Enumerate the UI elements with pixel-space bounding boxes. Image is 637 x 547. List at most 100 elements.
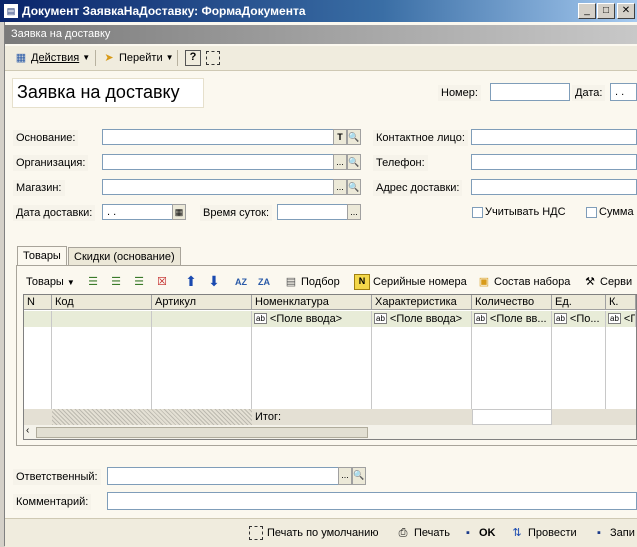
ok-button[interactable]: ▪ OK bbox=[461, 525, 495, 541]
set-composition-button[interactable]: ▣ Состав набора bbox=[477, 273, 571, 291]
comment-field[interactable] bbox=[107, 492, 637, 510]
copy-row-icon[interactable]: ☰ bbox=[109, 275, 123, 289]
add-row-icon[interactable]: ☰ bbox=[86, 275, 100, 289]
help-button[interactable]: ? bbox=[182, 49, 204, 66]
post-label: Провести bbox=[528, 527, 577, 539]
cell-article[interactable] bbox=[152, 311, 252, 327]
delivery-date-field[interactable]: . . bbox=[102, 204, 174, 220]
serial-numbers-button[interactable]: N Серийные номера bbox=[354, 273, 467, 291]
search-icon[interactable]: 🔍 bbox=[347, 179, 361, 195]
chevron-down-icon: ▼ bbox=[165, 53, 174, 62]
service-button[interactable]: ⚒ Серви bbox=[583, 273, 632, 291]
minimize-button[interactable]: _ bbox=[578, 3, 596, 19]
footer-hatched-area bbox=[52, 409, 252, 425]
address-field[interactable] bbox=[471, 179, 637, 195]
col-header-characteristic[interactable]: Характеристика bbox=[372, 295, 472, 310]
column-divider bbox=[251, 311, 252, 409]
horizontal-scrollbar[interactable]: ‹ bbox=[24, 425, 636, 439]
goto-label: Перейти bbox=[119, 51, 163, 64]
selection-icon: ▤ bbox=[285, 276, 297, 288]
tab-goods[interactable]: Товары bbox=[17, 246, 67, 265]
time-of-day-field[interactable] bbox=[277, 204, 348, 220]
address-label: Адрес доставки: bbox=[373, 180, 463, 196]
toolbar-separator bbox=[177, 50, 178, 66]
date-field[interactable]: . . bbox=[610, 83, 637, 101]
cell-characteristic[interactable]: ab <Поле ввода> bbox=[372, 311, 472, 327]
window-title-bar: ▤ Документ ЗаявкаНаДоставку: ФормаДокуме… bbox=[0, 0, 637, 22]
organization-field[interactable] bbox=[102, 154, 334, 170]
sort-ascending-icon[interactable]: AZ bbox=[234, 275, 248, 289]
print-default-label: Печать по умолчанию bbox=[267, 527, 379, 539]
tab-discounts[interactable]: Скидки (основание) bbox=[68, 247, 181, 265]
delete-row-icon[interactable]: ☒ bbox=[155, 275, 169, 289]
sort-descending-icon[interactable]: ZA bbox=[257, 275, 271, 289]
contact-field[interactable] bbox=[471, 129, 637, 145]
footer-cell bbox=[552, 409, 636, 425]
osnovanie-field[interactable] bbox=[102, 129, 334, 145]
responsible-select-button[interactable]: ... bbox=[338, 467, 352, 485]
podbor-label: Подбор bbox=[301, 276, 340, 288]
scrollbar-thumb[interactable] bbox=[36, 427, 368, 438]
change-form-button[interactable] bbox=[203, 49, 223, 66]
col-header-k[interactable]: К. bbox=[606, 295, 636, 310]
form-heading: Заявка на доставку bbox=[12, 78, 204, 108]
search-icon[interactable]: 🔍 bbox=[352, 467, 366, 485]
number-field[interactable] bbox=[490, 83, 570, 101]
shop-label: Магазин: bbox=[13, 180, 65, 196]
col-header-article[interactable]: Артикул bbox=[152, 295, 252, 310]
calendar-icon[interactable]: ▦ bbox=[172, 204, 186, 220]
goods-menu-button[interactable]: Товары ▼ bbox=[26, 273, 75, 291]
print-default-button[interactable]: Печать по умолчанию bbox=[249, 525, 379, 541]
phone-field[interactable] bbox=[471, 154, 637, 170]
cell-text: <П bbox=[623, 313, 635, 325]
time-of-day-select-button[interactable]: ... bbox=[347, 204, 361, 220]
window-title: Документ ЗаявкаНаДоставку: ФормаДокумент… bbox=[22, 4, 306, 18]
box-icon: ▣ bbox=[478, 276, 490, 288]
cell-k[interactable]: ab<П bbox=[606, 311, 636, 327]
vat-checkbox[interactable] bbox=[472, 207, 483, 218]
organization-select-button[interactable]: ... bbox=[333, 154, 347, 170]
actions-menu-button[interactable]: ▦ Действия ▼ bbox=[11, 49, 93, 66]
goods-table[interactable]: N Код Артикул Номенклатура Характеристик… bbox=[23, 294, 637, 440]
arrow-down-icon[interactable]: ⬇ bbox=[207, 274, 221, 288]
maximize-button[interactable]: □ bbox=[597, 3, 615, 19]
shop-select-button[interactable]: ... bbox=[333, 179, 347, 195]
goto-menu-button[interactable]: ➤ Перейти ▼ bbox=[99, 49, 177, 66]
col-header-unit[interactable]: Ед. bbox=[552, 295, 606, 310]
shop-field[interactable] bbox=[102, 179, 334, 195]
delivery-date-label: Дата доставки: bbox=[13, 205, 96, 221]
close-button[interactable]: ✕ bbox=[617, 3, 635, 19]
inner-title-bar: Заявка на доставку bbox=[5, 25, 637, 44]
write-button[interactable]: ▪ Запи bbox=[592, 525, 635, 541]
search-icon[interactable]: 🔍 bbox=[347, 129, 361, 145]
col-header-code[interactable]: Код bbox=[52, 295, 152, 310]
col-header-nomenclature[interactable]: Номенклатура bbox=[252, 295, 372, 310]
chevron-down-icon: ▼ bbox=[66, 277, 75, 287]
printer-icon: ⎙ bbox=[398, 527, 408, 539]
search-icon[interactable]: 🔍 bbox=[347, 154, 361, 170]
podbor-button[interactable]: ▤ Подбор bbox=[284, 273, 340, 291]
col-header-quantity[interactable]: Количество bbox=[472, 295, 552, 310]
date-label: Дата: bbox=[572, 85, 606, 101]
time-of-day-label: Время суток: bbox=[200, 205, 273, 221]
table-row[interactable]: ab <Поле ввода> ab <Поле ввода> ab <Поле вв… bbox=[24, 311, 636, 327]
sum-checkbox[interactable] bbox=[586, 207, 597, 218]
dashed-frame-icon bbox=[249, 526, 263, 540]
responsible-field[interactable] bbox=[107, 467, 339, 485]
print-button[interactable]: ⎙ Печать bbox=[396, 525, 450, 541]
cell-n[interactable] bbox=[24, 311, 52, 327]
cell-nomenclature[interactable]: ab <Поле ввода> bbox=[252, 311, 372, 327]
organization-label: Организация: bbox=[13, 155, 89, 171]
cell-unit[interactable]: ab <По... bbox=[552, 311, 606, 327]
arrow-up-icon[interactable]: ⬆ bbox=[184, 274, 198, 288]
scroll-left-icon[interactable]: ‹ bbox=[26, 425, 29, 436]
text-field-icon: ab bbox=[474, 313, 487, 324]
cell-code[interactable] bbox=[52, 311, 152, 327]
cell-quantity[interactable]: ab <Поле вв... bbox=[472, 311, 552, 327]
post-button[interactable]: ⇅ Провести bbox=[510, 525, 577, 541]
type-select-button[interactable]: T bbox=[333, 129, 347, 145]
write-label: Запи bbox=[610, 527, 635, 539]
serial-numbers-icon: N bbox=[354, 274, 370, 290]
col-header-n[interactable]: N bbox=[24, 295, 52, 310]
edit-row-icon[interactable]: ☰ bbox=[132, 275, 146, 289]
